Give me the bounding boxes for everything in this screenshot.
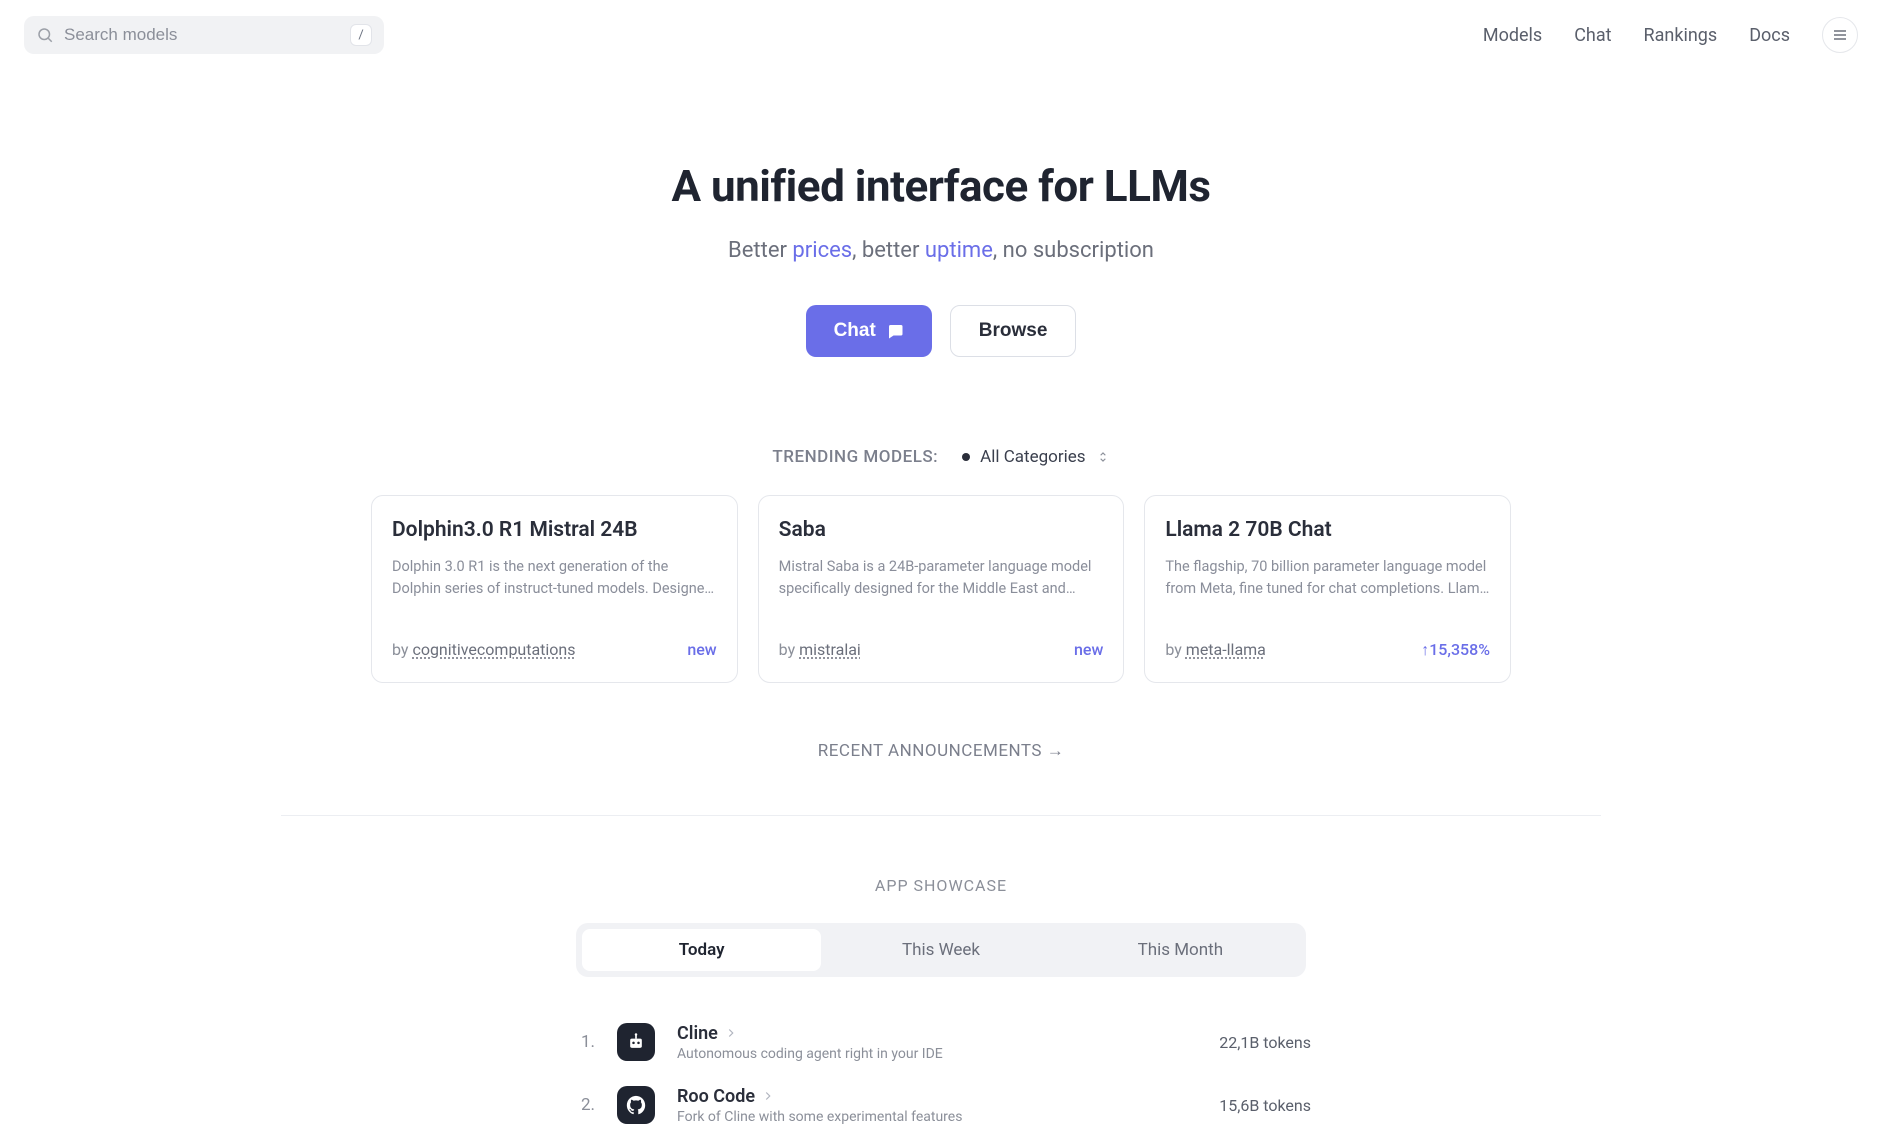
card-title: Saba (779, 518, 1104, 542)
tab-this-week[interactable]: This Week (821, 929, 1060, 971)
app-list: 1. Cline Autonomous coding agent right i… (571, 1011, 1311, 1137)
prices-link[interactable]: prices (792, 238, 852, 263)
nav-models[interactable]: Models (1483, 25, 1542, 46)
hamburger-icon (1832, 27, 1848, 43)
search-box[interactable]: / (24, 16, 384, 54)
app-body: Roo Code Fork of Cline with some experim… (677, 1086, 1197, 1125)
updown-icon (1096, 450, 1110, 464)
card-badge: new (1074, 640, 1103, 659)
trending-label: TRENDING MODELS: (772, 447, 938, 467)
nav-docs[interactable]: Docs (1749, 25, 1790, 46)
card-author-link[interactable]: meta-llama (1186, 640, 1266, 659)
card-title: Llama 2 70B Chat (1165, 518, 1490, 542)
app-name-row: Roo Code (677, 1086, 1197, 1107)
trending-cards: Dolphin3.0 R1 Mistral 24B Dolphin 3.0 R1… (371, 495, 1511, 683)
card-byline: by cognitivecomputations (392, 640, 576, 659)
category-selector[interactable]: All Categories (962, 447, 1109, 467)
app-icon (617, 1023, 655, 1061)
card-footer: by mistralai new (779, 640, 1104, 659)
app-name-row: Cline (677, 1023, 1197, 1044)
card-title: Dolphin3.0 R1 Mistral 24B (392, 518, 717, 542)
card-description: The flagship, 70 billion parameter langu… (1165, 556, 1490, 600)
app-rank: 1. (571, 1032, 595, 1052)
nav-chat[interactable]: Chat (1574, 25, 1611, 46)
hero-title: A unified interface for LLMs (0, 160, 1882, 212)
menu-button[interactable] (1822, 17, 1858, 53)
tab-this-month[interactable]: This Month (1061, 929, 1300, 971)
hero-sub-text: , no subscription (993, 238, 1154, 263)
top-nav: Models Chat Rankings Docs (1483, 17, 1858, 53)
app-name: Cline (677, 1023, 718, 1044)
hero-buttons: Chat Browse (0, 305, 1882, 357)
header: / Models Chat Rankings Docs (0, 0, 1882, 70)
trending-section: TRENDING MODELS: All Categories Dolphin3… (371, 447, 1511, 683)
browse-button[interactable]: Browse (950, 305, 1077, 357)
hero-sub-text: , better (852, 238, 925, 263)
divider (281, 815, 1601, 816)
model-card[interactable]: Llama 2 70B Chat The flagship, 70 billio… (1144, 495, 1511, 683)
robot-icon (626, 1032, 646, 1052)
category-value: All Categories (980, 447, 1085, 467)
card-byline: by meta-llama (1165, 640, 1266, 659)
showcase-label: APP SHOWCASE (0, 876, 1882, 895)
app-row[interactable]: 1. Cline Autonomous coding agent right i… (571, 1011, 1311, 1074)
search-icon (36, 26, 54, 44)
card-byline: by mistralai (779, 640, 861, 659)
app-description: Fork of Cline with some experimental fea… (677, 1109, 1197, 1125)
showcase-tabs: Today This Week This Month (576, 923, 1306, 977)
hero-sub-text: Better (728, 238, 792, 263)
search-shortcut-key: / (350, 24, 372, 46)
uptime-link[interactable]: uptime (925, 238, 993, 263)
browse-button-label: Browse (979, 320, 1048, 342)
chat-button[interactable]: Chat (806, 305, 932, 357)
chevron-right-icon (761, 1089, 775, 1103)
app-showcase: APP SHOWCASE Today This Week This Month … (0, 876, 1882, 1137)
model-card[interactable]: Saba Mistral Saba is a 24B-parameter lan… (758, 495, 1125, 683)
chevron-right-icon (724, 1026, 738, 1040)
card-author-link[interactable]: mistralai (799, 640, 861, 659)
card-author-link[interactable]: cognitivecomputations (412, 640, 575, 659)
hero: A unified interface for LLMs Better pric… (0, 160, 1882, 357)
card-badge: new (687, 640, 716, 659)
card-description: Mistral Saba is a 24B-parameter language… (779, 556, 1104, 600)
card-description: Dolphin 3.0 R1 is the next generation of… (392, 556, 717, 600)
card-footer: by cognitivecomputations new (392, 640, 717, 659)
app-icon (617, 1086, 655, 1124)
tab-today[interactable]: Today (582, 929, 821, 971)
model-card[interactable]: Dolphin3.0 R1 Mistral 24B Dolphin 3.0 R1… (371, 495, 738, 683)
recent-announcements-link[interactable]: RECENT ANNOUNCEMENTS → (0, 741, 1882, 761)
github-icon (625, 1094, 647, 1116)
app-row[interactable]: 2. Roo Code Fork of Cline with some expe… (571, 1074, 1311, 1137)
chat-button-label: Chat (834, 320, 876, 342)
search-input[interactable] (64, 25, 340, 45)
card-badge: ↑15,358% (1421, 640, 1490, 660)
trending-header: TRENDING MODELS: All Categories (371, 447, 1511, 467)
app-rank: 2. (571, 1095, 595, 1115)
card-footer: by meta-llama ↑15,358% (1165, 640, 1490, 660)
nav-rankings[interactable]: Rankings (1644, 25, 1718, 46)
app-tokens: 15,6B tokens (1219, 1096, 1311, 1115)
app-name: Roo Code (677, 1086, 755, 1107)
app-tokens: 22,1B tokens (1219, 1033, 1311, 1052)
hero-subtitle: Better prices, better uptime, no subscri… (0, 238, 1882, 263)
chat-bubble-icon (886, 322, 904, 340)
app-body: Cline Autonomous coding agent right in y… (677, 1023, 1197, 1062)
category-dot-icon (962, 453, 970, 461)
app-description: Autonomous coding agent right in your ID… (677, 1046, 1197, 1062)
